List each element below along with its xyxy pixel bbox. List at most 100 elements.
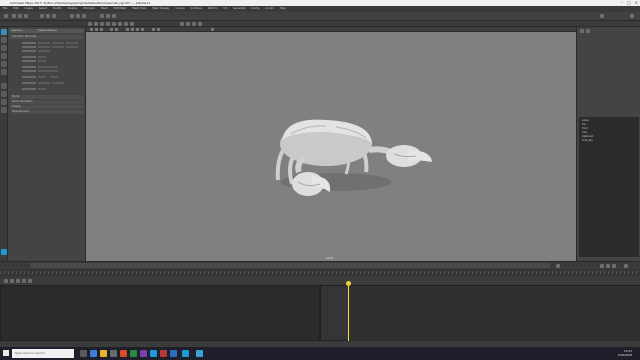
task-view-icon[interactable] (80, 350, 87, 357)
attr-field[interactable] (38, 70, 58, 72)
playhead-line[interactable] (348, 283, 349, 343)
film-gate-icon[interactable] (115, 28, 118, 31)
ipr-render-icon[interactable] (106, 14, 110, 18)
snap-point-icon[interactable] (82, 14, 86, 18)
graph-tool-icon[interactable] (22, 279, 26, 283)
viewport-3d[interactable]: persp (86, 32, 576, 261)
graph-editor-curves[interactable] (320, 281, 640, 343)
attr-checkbox[interactable] (38, 56, 46, 58)
store-icon[interactable] (110, 350, 117, 357)
shelf-tool-icon[interactable] (100, 22, 104, 26)
textured-icon[interactable] (136, 28, 139, 31)
shelf-tool-icon[interactable] (124, 22, 128, 26)
outliner-item[interactable]: persp (582, 119, 589, 122)
attr-checkbox[interactable] (38, 76, 46, 78)
play-forward-icon[interactable] (606, 264, 610, 268)
section-header[interactable] (10, 105, 84, 109)
save-scene-icon[interactable] (24, 14, 28, 18)
bookmark-icon[interactable] (100, 28, 103, 31)
attr-field[interactable] (38, 66, 58, 68)
layout-four-icon[interactable] (1, 91, 7, 97)
render-settings-icon[interactable] (112, 14, 116, 18)
shelf-tool-icon[interactable] (118, 22, 122, 26)
shelf-tool-icon[interactable] (106, 22, 110, 26)
outliner-item[interactable]: pSphere1 (582, 135, 593, 138)
colorspace-icon[interactable] (211, 28, 214, 31)
app-icon[interactable] (160, 350, 167, 357)
attr-checkbox[interactable] (50, 76, 58, 78)
outliner-item[interactable]: side (582, 131, 587, 134)
attr-field[interactable] (52, 82, 64, 84)
shelf-tool-icon[interactable] (130, 22, 134, 26)
layout-single-icon[interactable] (1, 83, 7, 89)
select-hierarchy-icon[interactable] (40, 14, 44, 18)
channel-box-icon[interactable] (580, 29, 584, 33)
frame-ruler[interactable] (0, 269, 640, 277)
system-clock[interactable]: 10:15 3/28/2018 (618, 349, 632, 357)
sign-in-icon[interactable] (600, 14, 604, 18)
outliner-layout-icon[interactable] (1, 107, 7, 113)
workspace-icon[interactable] (630, 14, 634, 18)
shelf-tool-icon[interactable] (88, 22, 92, 26)
app-icon[interactable] (150, 350, 157, 357)
play-back-icon[interactable] (600, 264, 604, 268)
shelf-tool-icon[interactable] (180, 22, 184, 26)
scale-tool-icon[interactable] (1, 69, 7, 75)
app-icon[interactable] (130, 350, 137, 357)
graph-tool-icon[interactable] (10, 279, 14, 283)
attr-field[interactable] (52, 46, 64, 48)
lasso-tool-icon[interactable] (1, 37, 7, 43)
playhead-handle[interactable] (346, 281, 351, 286)
attr-field[interactable] (66, 46, 78, 48)
rotate-tool-icon[interactable] (1, 61, 7, 67)
attr-field[interactable] (52, 42, 64, 44)
app-icon[interactable] (170, 350, 177, 357)
shelf-tool-icon[interactable] (198, 22, 202, 26)
curve-area[interactable] (349, 286, 640, 342)
snap-curve-icon[interactable] (76, 14, 80, 18)
snap-grid-icon[interactable] (70, 14, 74, 18)
select-object-icon[interactable] (46, 14, 50, 18)
open-scene-icon[interactable] (18, 14, 22, 18)
paint-select-icon[interactable] (1, 45, 7, 51)
graph-editor-outliner[interactable] (0, 285, 320, 341)
xray-icon[interactable] (157, 28, 160, 31)
move-tool-icon[interactable] (1, 53, 7, 59)
graph-tool-icon[interactable] (4, 279, 8, 283)
shelf-tool-icon[interactable] (112, 22, 116, 26)
app-icon[interactable] (120, 350, 127, 357)
edge-icon[interactable] (90, 350, 97, 357)
start-frame-field[interactable] (556, 264, 560, 268)
select-tool-icon[interactable] (1, 29, 7, 35)
attr-field[interactable] (38, 50, 50, 52)
lights-icon[interactable] (141, 28, 144, 31)
auto-key-icon[interactable] (624, 264, 628, 268)
section-header[interactable] (10, 95, 84, 99)
render-icon[interactable] (100, 14, 104, 18)
graph-tool-icon[interactable] (28, 279, 32, 283)
file-explorer-icon[interactable] (100, 350, 107, 357)
app-icon[interactable] (140, 350, 147, 357)
shelf-tool-icon[interactable] (94, 22, 98, 26)
grid-toggle-icon[interactable] (110, 28, 113, 31)
attr-field[interactable] (66, 42, 78, 44)
isolate-select-icon[interactable] (152, 28, 155, 31)
attr-field[interactable] (38, 82, 50, 84)
mode-dropdown-icon[interactable] (4, 14, 8, 18)
app-icon[interactable] (196, 350, 203, 357)
smooth-shade-icon[interactable] (131, 28, 134, 31)
attr-tab[interactable]: pSphereShape1 (38, 29, 57, 32)
time-range-bar[interactable] (30, 263, 550, 268)
attr-checkbox[interactable] (38, 60, 46, 62)
maya-taskbar-icon[interactable] (182, 350, 189, 357)
taskbar-search-input[interactable]: Type here to search (12, 349, 74, 358)
outliner-item[interactable]: front (582, 127, 588, 130)
camera-select-icon[interactable] (90, 28, 93, 31)
outliner-item[interactable]: top (582, 123, 586, 126)
step-forward-icon[interactable] (612, 264, 616, 268)
select-component-icon[interactable] (52, 14, 56, 18)
camera-attr-icon[interactable] (95, 28, 98, 31)
wireframe-icon[interactable] (126, 28, 129, 31)
layers-icon[interactable] (586, 29, 590, 33)
new-scene-icon[interactable] (12, 14, 16, 18)
